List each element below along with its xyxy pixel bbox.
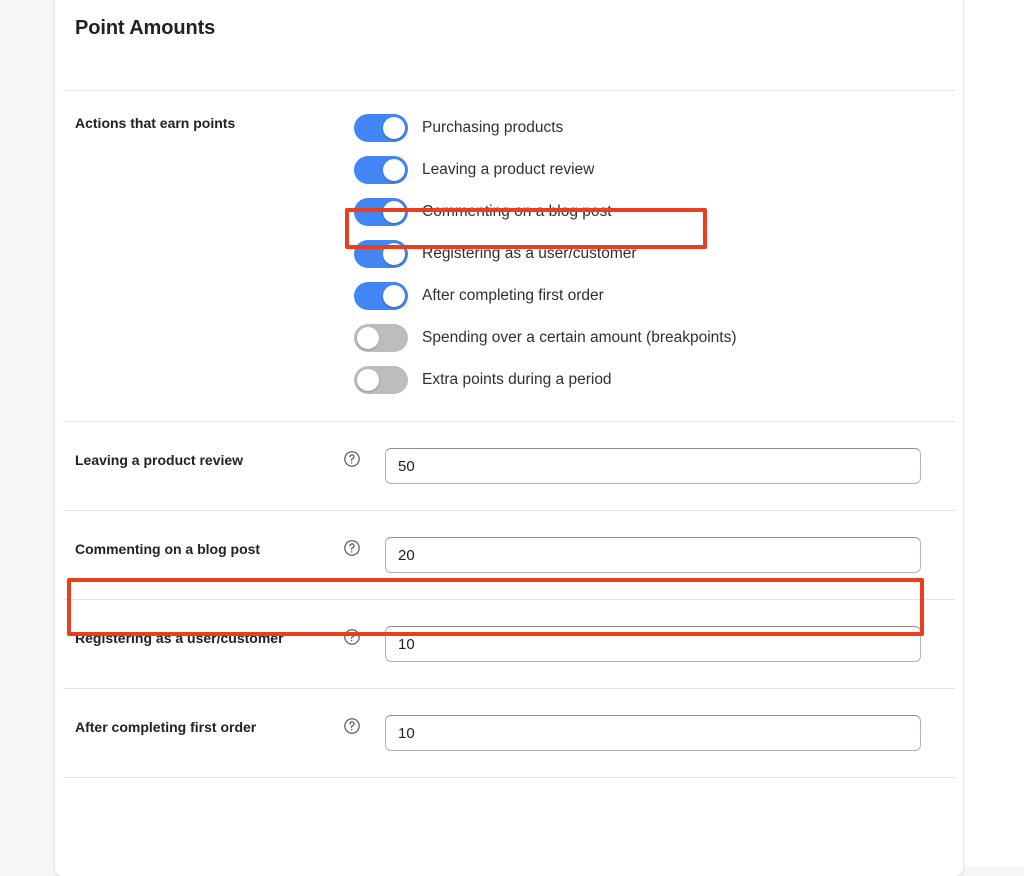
point-value-label: After completing first order — [75, 719, 257, 735]
toggle-item[interactable]: Spending over a certain amount (breakpoi… — [343, 321, 751, 355]
point-value-input[interactable] — [385, 715, 921, 751]
divider-bottom — [63, 777, 955, 778]
point-value-input[interactable] — [385, 626, 921, 662]
toggle-label: Spending over a certain amount (breakpoi… — [422, 329, 737, 346]
point-value-row: Commenting on a blog post — [55, 511, 963, 599]
point-value-label: Registering as a user/customer — [75, 630, 284, 646]
point-value-row: Leaving a product review — [55, 422, 963, 510]
page-right-gutter — [964, 0, 1024, 866]
toggle-knob — [383, 285, 405, 307]
toggle-knob — [383, 159, 405, 181]
point-value-row: After completing first order — [55, 689, 963, 777]
toggle-item[interactable]: Leaving a product review — [343, 153, 751, 187]
toggle-knob — [357, 327, 379, 349]
toggle-label: Registering as a user/customer — [422, 245, 637, 262]
page-title: Point Amounts — [75, 17, 216, 39]
toggle-item[interactable]: Commenting on a blog post — [343, 195, 751, 229]
toggle-label: Extra points during a period — [422, 371, 612, 388]
toggle-label: Leaving a product review — [422, 161, 595, 178]
toggle-item[interactable]: Registering as a user/customer — [343, 237, 751, 271]
toggle-knob — [383, 243, 405, 265]
point-value-label: Leaving a product review — [75, 452, 244, 468]
help-circle-icon[interactable] — [343, 539, 361, 557]
card-header: Point Amounts — [55, 0, 963, 90]
point-amounts-card: Point Amounts Actions that earn points P… — [55, 0, 963, 876]
point-value-input[interactable] — [385, 448, 921, 484]
toggle-label: After completing first order — [422, 287, 604, 304]
toggle-item[interactable]: Purchasing products — [343, 111, 751, 145]
help-circle-icon[interactable] — [343, 450, 361, 468]
point-value-label: Commenting on a blog post — [75, 541, 261, 557]
toggle-switch[interactable] — [354, 156, 408, 184]
help-circle-icon[interactable] — [343, 628, 361, 646]
toggle-switch[interactable] — [354, 198, 408, 226]
toggle-item[interactable]: Extra points during a period — [343, 363, 751, 397]
toggle-knob — [383, 201, 405, 223]
settings-page: Point Amounts Actions that earn points P… — [0, 0, 1024, 876]
point-value-row: Registering as a user/customer — [55, 600, 963, 688]
toggle-knob — [383, 117, 405, 139]
toggle-item[interactable]: After completing first order — [343, 279, 751, 313]
help-circle-icon[interactable] — [343, 717, 361, 735]
toggle-knob — [357, 369, 379, 391]
point-value-input[interactable] — [385, 537, 921, 573]
toggle-switch[interactable] — [354, 324, 408, 352]
toggle-switch[interactable] — [354, 240, 408, 268]
actions-that-earn-points-row: Actions that earn points Purchasing prod… — [55, 91, 963, 421]
toggle-label: Purchasing products — [422, 119, 564, 136]
toggle-switch[interactable] — [354, 366, 408, 394]
actions-that-earn-points-label: Actions that earn points — [75, 115, 236, 131]
toggle-label: Commenting on a blog post — [422, 203, 612, 220]
actions-toggle-list: Purchasing products Leaving a product rev… — [343, 111, 751, 397]
toggle-switch[interactable] — [354, 282, 408, 310]
point-value-fields: Leaving a product review Commenting on a … — [55, 422, 963, 778]
toggle-switch[interactable] — [354, 114, 408, 142]
